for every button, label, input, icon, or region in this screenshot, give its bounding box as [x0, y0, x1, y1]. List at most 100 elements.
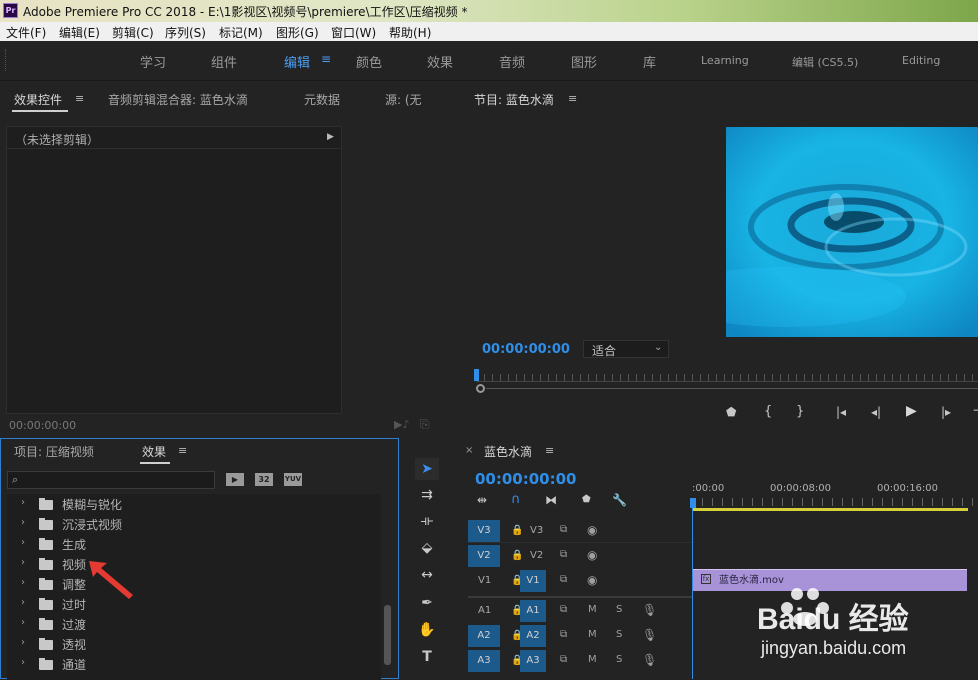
export-frame-icon[interactable]: ⎘	[420, 417, 430, 432]
timeline-timecode[interactable]: 00:00:00:00	[475, 470, 577, 488]
workspace-effects[interactable]: 效果	[427, 52, 453, 71]
fit-dropdown[interactable]: 适合 ⌄	[583, 340, 669, 358]
source-patch-v2[interactable]: V2	[468, 545, 500, 567]
workspace-menu-icon[interactable]: ≡	[321, 52, 331, 66]
eye-icon[interactable]: ◉	[587, 523, 597, 537]
list-item[interactable]: › 调整	[7, 574, 381, 594]
mute-button-a2[interactable]: M	[588, 629, 597, 640]
ripple-edit-icon[interactable]: ⟛	[415, 510, 439, 532]
list-item[interactable]: › 过渡	[7, 614, 381, 634]
lock-icon[interactable]: 🔒	[511, 550, 523, 561]
sync-lock-icon[interactable]: ⧉	[560, 629, 567, 640]
timeline-menu-icon[interactable]: ≡	[545, 444, 554, 457]
sync-lock-icon[interactable]: ⧉	[560, 604, 567, 615]
program-time-ruler[interactable]	[476, 374, 978, 382]
audio-only-icon[interactable]: ▶♪	[394, 418, 409, 431]
source-patch-a3[interactable]: A3	[468, 650, 500, 672]
mute-button-a3[interactable]: M	[588, 654, 597, 665]
workspace-learn[interactable]: 学习	[140, 52, 166, 71]
tab-sequence[interactable]: 蓝色水滴	[484, 443, 532, 460]
track-target-a3[interactable]: A3	[520, 650, 546, 672]
tab-metadata[interactable]: 元数据	[304, 91, 340, 108]
workspace-editing[interactable]: 编辑	[284, 52, 310, 71]
workspace-color[interactable]: 颜色	[356, 52, 382, 71]
timeline-playhead[interactable]	[690, 498, 696, 508]
effects-menu-icon[interactable]: ≡	[178, 444, 187, 457]
32bit-effects-badge[interactable]: 32	[255, 473, 273, 486]
tab-effect-controls[interactable]: 效果控件	[14, 91, 62, 108]
zoom-handle[interactable]	[476, 384, 485, 393]
source-patch-v1[interactable]: V1	[478, 575, 491, 586]
list-item[interactable]: › 生成	[7, 534, 381, 554]
solo-button-a1[interactable]: S	[616, 604, 622, 615]
panel-menu-icon[interactable]: ≡	[75, 92, 84, 105]
step-back-icon[interactable]: ◂|	[871, 405, 881, 419]
microphone-icon[interactable]: 🎙	[642, 628, 657, 642]
step-forward-icon[interactable]: |▸	[941, 405, 951, 419]
tab-audio-clip-mixer[interactable]: 音频剪辑混合器: 蓝色水滴	[108, 91, 248, 108]
tab-project[interactable]: 项目: 压缩视频	[14, 443, 94, 460]
sync-lock-icon[interactable]: ⧉	[560, 574, 567, 585]
accelerated-effects-icon[interactable]: ▶	[226, 473, 244, 486]
play-icon[interactable]: ▶	[906, 403, 917, 419]
add-marker-icon[interactable]: ⬟	[726, 405, 736, 419]
sync-lock-icon[interactable]: ⧉	[560, 524, 567, 535]
track-target-a2[interactable]: A2	[520, 625, 546, 647]
razor-icon[interactable]: ⬙	[415, 537, 439, 559]
mute-button-a1[interactable]: M	[588, 604, 597, 615]
mark-out-icon[interactable]: }	[796, 404, 804, 419]
menu-window[interactable]: 窗口(W)	[331, 24, 376, 41]
source-patch-a2[interactable]: A2	[468, 625, 500, 647]
workspace-assembly[interactable]: 组件	[211, 52, 237, 71]
expand-arrow-icon[interactable]: ▶	[327, 132, 334, 142]
list-item[interactable]: › 过时	[7, 594, 381, 614]
workspace-learning-en[interactable]: Learning	[701, 54, 749, 67]
menu-clip[interactable]: 剪辑(C)	[112, 24, 154, 41]
program-playhead[interactable]	[474, 369, 479, 381]
solo-button-a2[interactable]: S	[616, 629, 622, 640]
wrench-icon[interactable]: 🔧	[612, 493, 627, 507]
workspace-cs55[interactable]: 编辑 (CS5.5)	[792, 54, 858, 70]
track-target-v1[interactable]: V1	[520, 570, 546, 592]
go-to-in-icon[interactable]: |◂	[836, 405, 846, 419]
list-item[interactable]: › 透视	[7, 634, 381, 654]
list-item[interactable]: › 通道	[7, 654, 381, 674]
scrollbar-thumb[interactable]	[384, 605, 391, 665]
snap-magnet-icon[interactable]: ∩	[511, 492, 521, 507]
workspace-audio[interactable]: 音频	[499, 52, 525, 71]
source-patch-v3[interactable]: V3	[468, 520, 500, 542]
workspace-editing-en[interactable]: Editing	[902, 54, 940, 67]
yuv-effects-badge[interactable]: YUV	[284, 473, 302, 486]
workspace-graphics[interactable]: 图形	[571, 52, 597, 71]
add-marker-icon[interactable]: ⬟	[582, 494, 591, 505]
menu-help[interactable]: 帮助(H)	[389, 24, 431, 41]
close-icon[interactable]: ×	[465, 445, 473, 456]
lock-icon[interactable]: 🔒	[511, 525, 523, 536]
program-menu-icon[interactable]: ≡	[568, 92, 577, 105]
menu-file[interactable]: 文件(F)	[6, 24, 46, 41]
tab-source[interactable]: 源: (无	[385, 91, 440, 108]
eye-icon[interactable]: ◉	[587, 548, 597, 562]
tab-program[interactable]: 节目: 蓝色水滴	[474, 91, 554, 108]
work-area-bar[interactable]	[692, 508, 968, 511]
microphone-icon[interactable]: 🎙	[642, 603, 657, 617]
mark-in-icon[interactable]: {	[764, 404, 772, 419]
microphone-icon[interactable]: 🎙	[642, 653, 657, 667]
menu-edit[interactable]: 编辑(E)	[59, 24, 100, 41]
menu-sequence[interactable]: 序列(S)	[165, 24, 206, 41]
list-item[interactable]: › 视频	[7, 554, 381, 574]
source-patch-a1[interactable]: A1	[478, 605, 491, 616]
track-select-icon[interactable]: ⇉	[415, 484, 439, 506]
pen-icon[interactable]: ✒	[415, 592, 439, 614]
eye-icon[interactable]: ◉	[587, 573, 597, 587]
program-timecode[interactable]: 00:00:00:00	[482, 342, 570, 357]
list-item[interactable]: › 模糊与锐化	[7, 494, 381, 514]
effects-search-input[interactable]: ⌕	[7, 471, 215, 489]
selection-tool-icon[interactable]: ➤	[415, 458, 439, 480]
menu-marker[interactable]: 标记(M)	[219, 24, 263, 41]
video-clip[interactable]: fx 蓝色水滴.mov	[693, 569, 967, 591]
nest-icon[interactable]: ⇹	[477, 493, 487, 507]
timeline-ruler[interactable]	[692, 498, 978, 506]
menu-graphics[interactable]: 图形(G)	[276, 24, 319, 41]
linked-selection-icon[interactable]: ⧓	[545, 493, 557, 507]
